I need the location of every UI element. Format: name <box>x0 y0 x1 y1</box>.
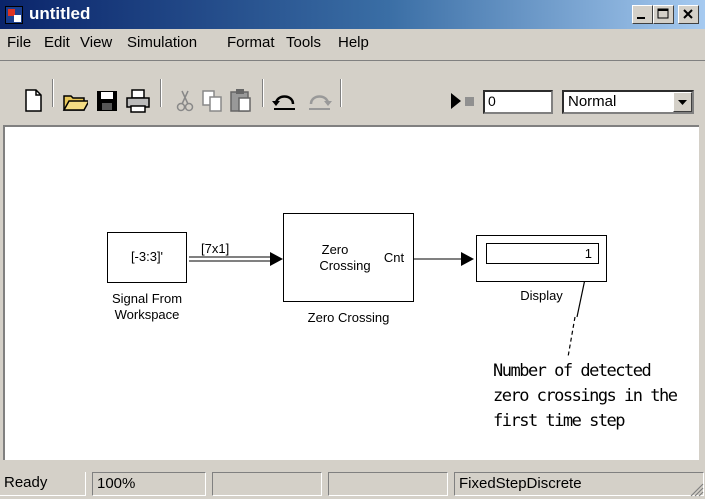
open-folder-icon[interactable] <box>62 88 88 114</box>
status-cell <box>212 472 322 496</box>
annotation-line: Number of detected <box>493 361 652 381</box>
chevron-down-icon <box>678 100 687 105</box>
close-button[interactable] <box>678 5 699 24</box>
display-value: 1 <box>486 243 599 264</box>
signal-from-workspace-block[interactable]: [-3:3]' <box>107 232 187 283</box>
annotation-line: zero crossings in the <box>493 386 678 406</box>
stop-time-input[interactable]: 0 <box>483 90 553 114</box>
save-icon[interactable] <box>94 88 120 114</box>
new-file-icon[interactable] <box>20 88 46 114</box>
block-text: Zero <box>321 242 349 257</box>
menu-view[interactable]: View <box>80 34 112 51</box>
redo-icon[interactable] <box>306 88 332 114</box>
toolbar-separator <box>52 79 54 107</box>
undo-icon[interactable] <box>271 88 297 114</box>
menu-file[interactable]: File <box>7 34 31 51</box>
toolbar-separator <box>160 79 162 107</box>
display-block[interactable]: 1 <box>476 235 607 282</box>
simulation-mode-value: Normal <box>568 93 617 110</box>
print-icon[interactable] <box>124 87 150 113</box>
block-content: [-3:3]' <box>130 249 164 264</box>
status-zoom: 100% <box>92 472 206 496</box>
window-title: untitled <box>29 4 91 23</box>
maximize-button[interactable] <box>653 5 674 24</box>
copy-icon[interactable] <box>200 88 226 114</box>
model-canvas[interactable]: [-3:3]' Signal From Workspace [7x1] Zero… <box>3 125 699 460</box>
status-cell <box>328 472 448 496</box>
menu-tools[interactable]: Tools <box>286 34 321 51</box>
block-label: Zero Crossing <box>307 310 390 325</box>
resize-grip-icon[interactable] <box>688 481 704 497</box>
paste-icon[interactable] <box>228 87 254 113</box>
menu-help[interactable]: Help <box>338 34 369 51</box>
block-label: Workspace <box>114 307 180 322</box>
title-bar[interactable]: untitled <box>0 0 705 29</box>
output-port-label: Cnt <box>383 250 405 265</box>
simulink-window: untitled File Edit View Simulation Forma… <box>0 0 705 499</box>
cut-icon[interactable] <box>172 88 198 114</box>
status-state: Ready <box>0 472 86 496</box>
dropdown-button[interactable] <box>673 92 692 112</box>
simulink-app-icon <box>5 6 23 24</box>
annotation-line: first time step <box>493 411 626 431</box>
block-label: Signal From <box>111 291 183 306</box>
status-bar: Ready 100% FixedStepDiscrete <box>0 469 705 499</box>
signal-dimension-label: [7x1] <box>201 241 230 256</box>
toolbar-separator <box>340 79 342 107</box>
zero-crossing-block[interactable]: Zero Crossing Cnt <box>283 213 414 302</box>
block-text: Crossing <box>319 258 371 273</box>
menu-format[interactable]: Format <box>227 34 275 51</box>
simulation-mode-select[interactable]: Normal <box>562 90 694 114</box>
toolbar-separator <box>262 79 264 107</box>
menu-bar: File Edit View Simulation Format Tools H… <box>0 29 705 57</box>
block-label: Display <box>520 288 563 303</box>
menu-simulation[interactable]: Simulation <box>127 34 197 51</box>
minimize-button[interactable] <box>632 5 653 24</box>
status-solver: FixedStepDiscrete <box>454 472 704 496</box>
menu-edit[interactable]: Edit <box>44 34 70 51</box>
